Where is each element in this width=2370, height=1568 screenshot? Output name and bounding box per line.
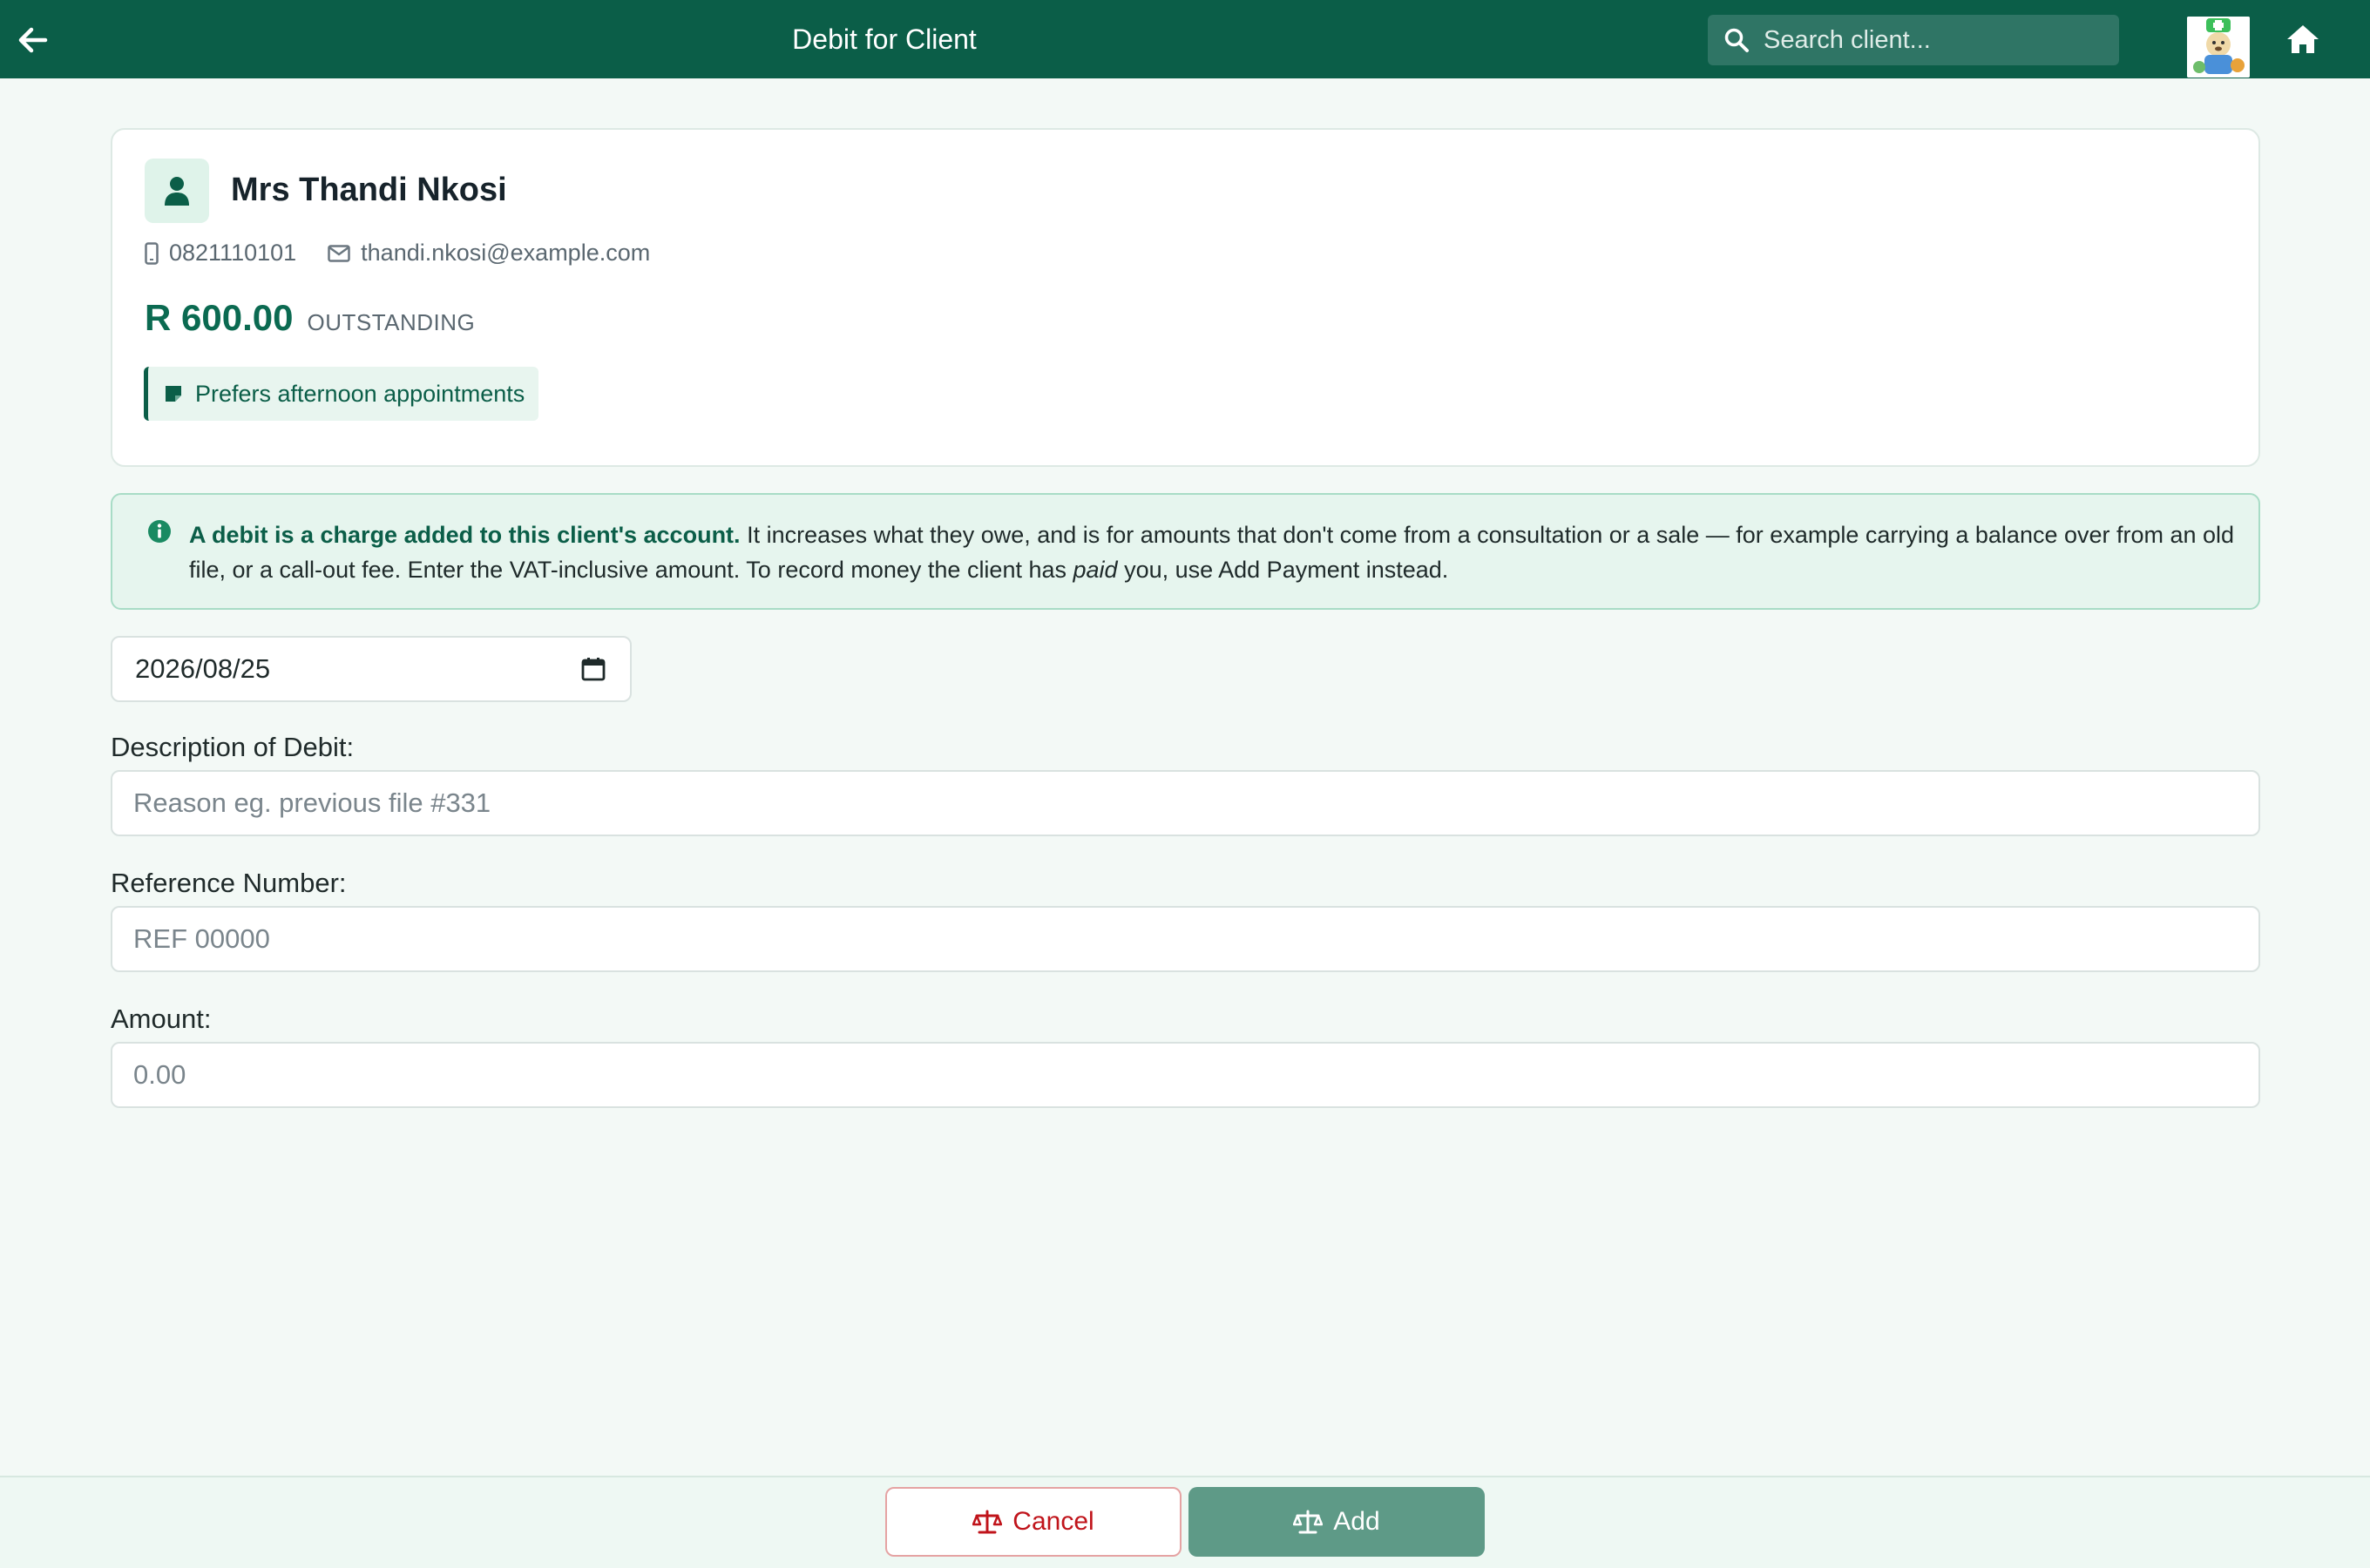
- clinic-logo-avatar[interactable]: [2187, 17, 2250, 78]
- cancel-button[interactable]: Cancel: [885, 1487, 1182, 1557]
- client-phone[interactable]: 0821110101: [145, 240, 296, 267]
- mobile-phone-icon: [145, 241, 159, 265]
- reference-input[interactable]: [111, 906, 2260, 972]
- info-circle-icon: [148, 520, 171, 543]
- client-contact-row: 0821110101 thandi.nkosi@example.com: [145, 240, 650, 267]
- person-icon: [165, 177, 189, 206]
- debit-date-value: 2026/08/25: [135, 653, 271, 684]
- client-email[interactable]: thandi.nkosi@example.com: [328, 240, 650, 267]
- search-icon: [1724, 28, 1749, 52]
- client-email-text: thandi.nkosi@example.com: [361, 240, 651, 266]
- description-input[interactable]: [111, 770, 2260, 836]
- scale-balance-icon: [972, 1510, 1003, 1534]
- client-phone-text: 0821110101: [169, 240, 297, 266]
- reference-label: Reference Number:: [111, 868, 347, 898]
- vet-logo-icon: [2187, 17, 2250, 78]
- client-card: Mrs Thandi Nkosi 0821110101 thandi.nkosi…: [111, 128, 2260, 467]
- balance-amount: R 600.00: [145, 297, 294, 338]
- client-avatar: [145, 159, 209, 223]
- top-bar: Debit for Client: [0, 0, 2370, 78]
- amount-input[interactable]: [111, 1042, 2260, 1108]
- client-name: Mrs Thandi Nkosi: [231, 172, 507, 208]
- page-title: Debit for Client: [792, 23, 977, 55]
- home-button[interactable]: [2281, 19, 2325, 59]
- debit-date-field[interactable]: 2026/08/25: [111, 636, 632, 702]
- calendar-icon[interactable]: [581, 657, 606, 681]
- client-balance: R 600.00 OUTSTANDING: [145, 297, 475, 339]
- debit-for-client-page: Debit for Client Search client... Mrs Th…: [0, 0, 2370, 1568]
- amount-label: Amount:: [111, 1004, 212, 1034]
- scale-balance-icon: [1293, 1510, 1324, 1534]
- debit-info-box: A debit is a charge added to this client…: [111, 493, 2260, 610]
- add-button[interactable]: Add: [1188, 1487, 1485, 1557]
- envelope-icon: [328, 244, 350, 262]
- description-label: Description of Debit:: [111, 732, 355, 762]
- add-button-label: Add: [1333, 1507, 1380, 1536]
- debit-info-emphasis: paid: [1073, 557, 1118, 583]
- client-search[interactable]: [1708, 15, 2119, 65]
- balance-label: OUTSTANDING: [307, 309, 476, 335]
- cancel-button-label: Cancel: [1012, 1507, 1094, 1536]
- client-note-text: Prefers afternoon appointments: [195, 380, 525, 407]
- debit-info-text: A debit is a charge added to this client…: [189, 517, 2237, 587]
- debit-info-part2: you, use Add Payment instead.: [1117, 557, 1449, 583]
- search-input[interactable]: [1764, 25, 2112, 55]
- debit-info-bold: A debit is a charge added to this client…: [189, 522, 741, 548]
- home-icon: [2287, 25, 2319, 53]
- sticky-note-icon: [166, 386, 181, 402]
- action-footer: Cancel Add: [0, 1476, 2370, 1568]
- client-note: Prefers afternoon appointments: [144, 367, 539, 421]
